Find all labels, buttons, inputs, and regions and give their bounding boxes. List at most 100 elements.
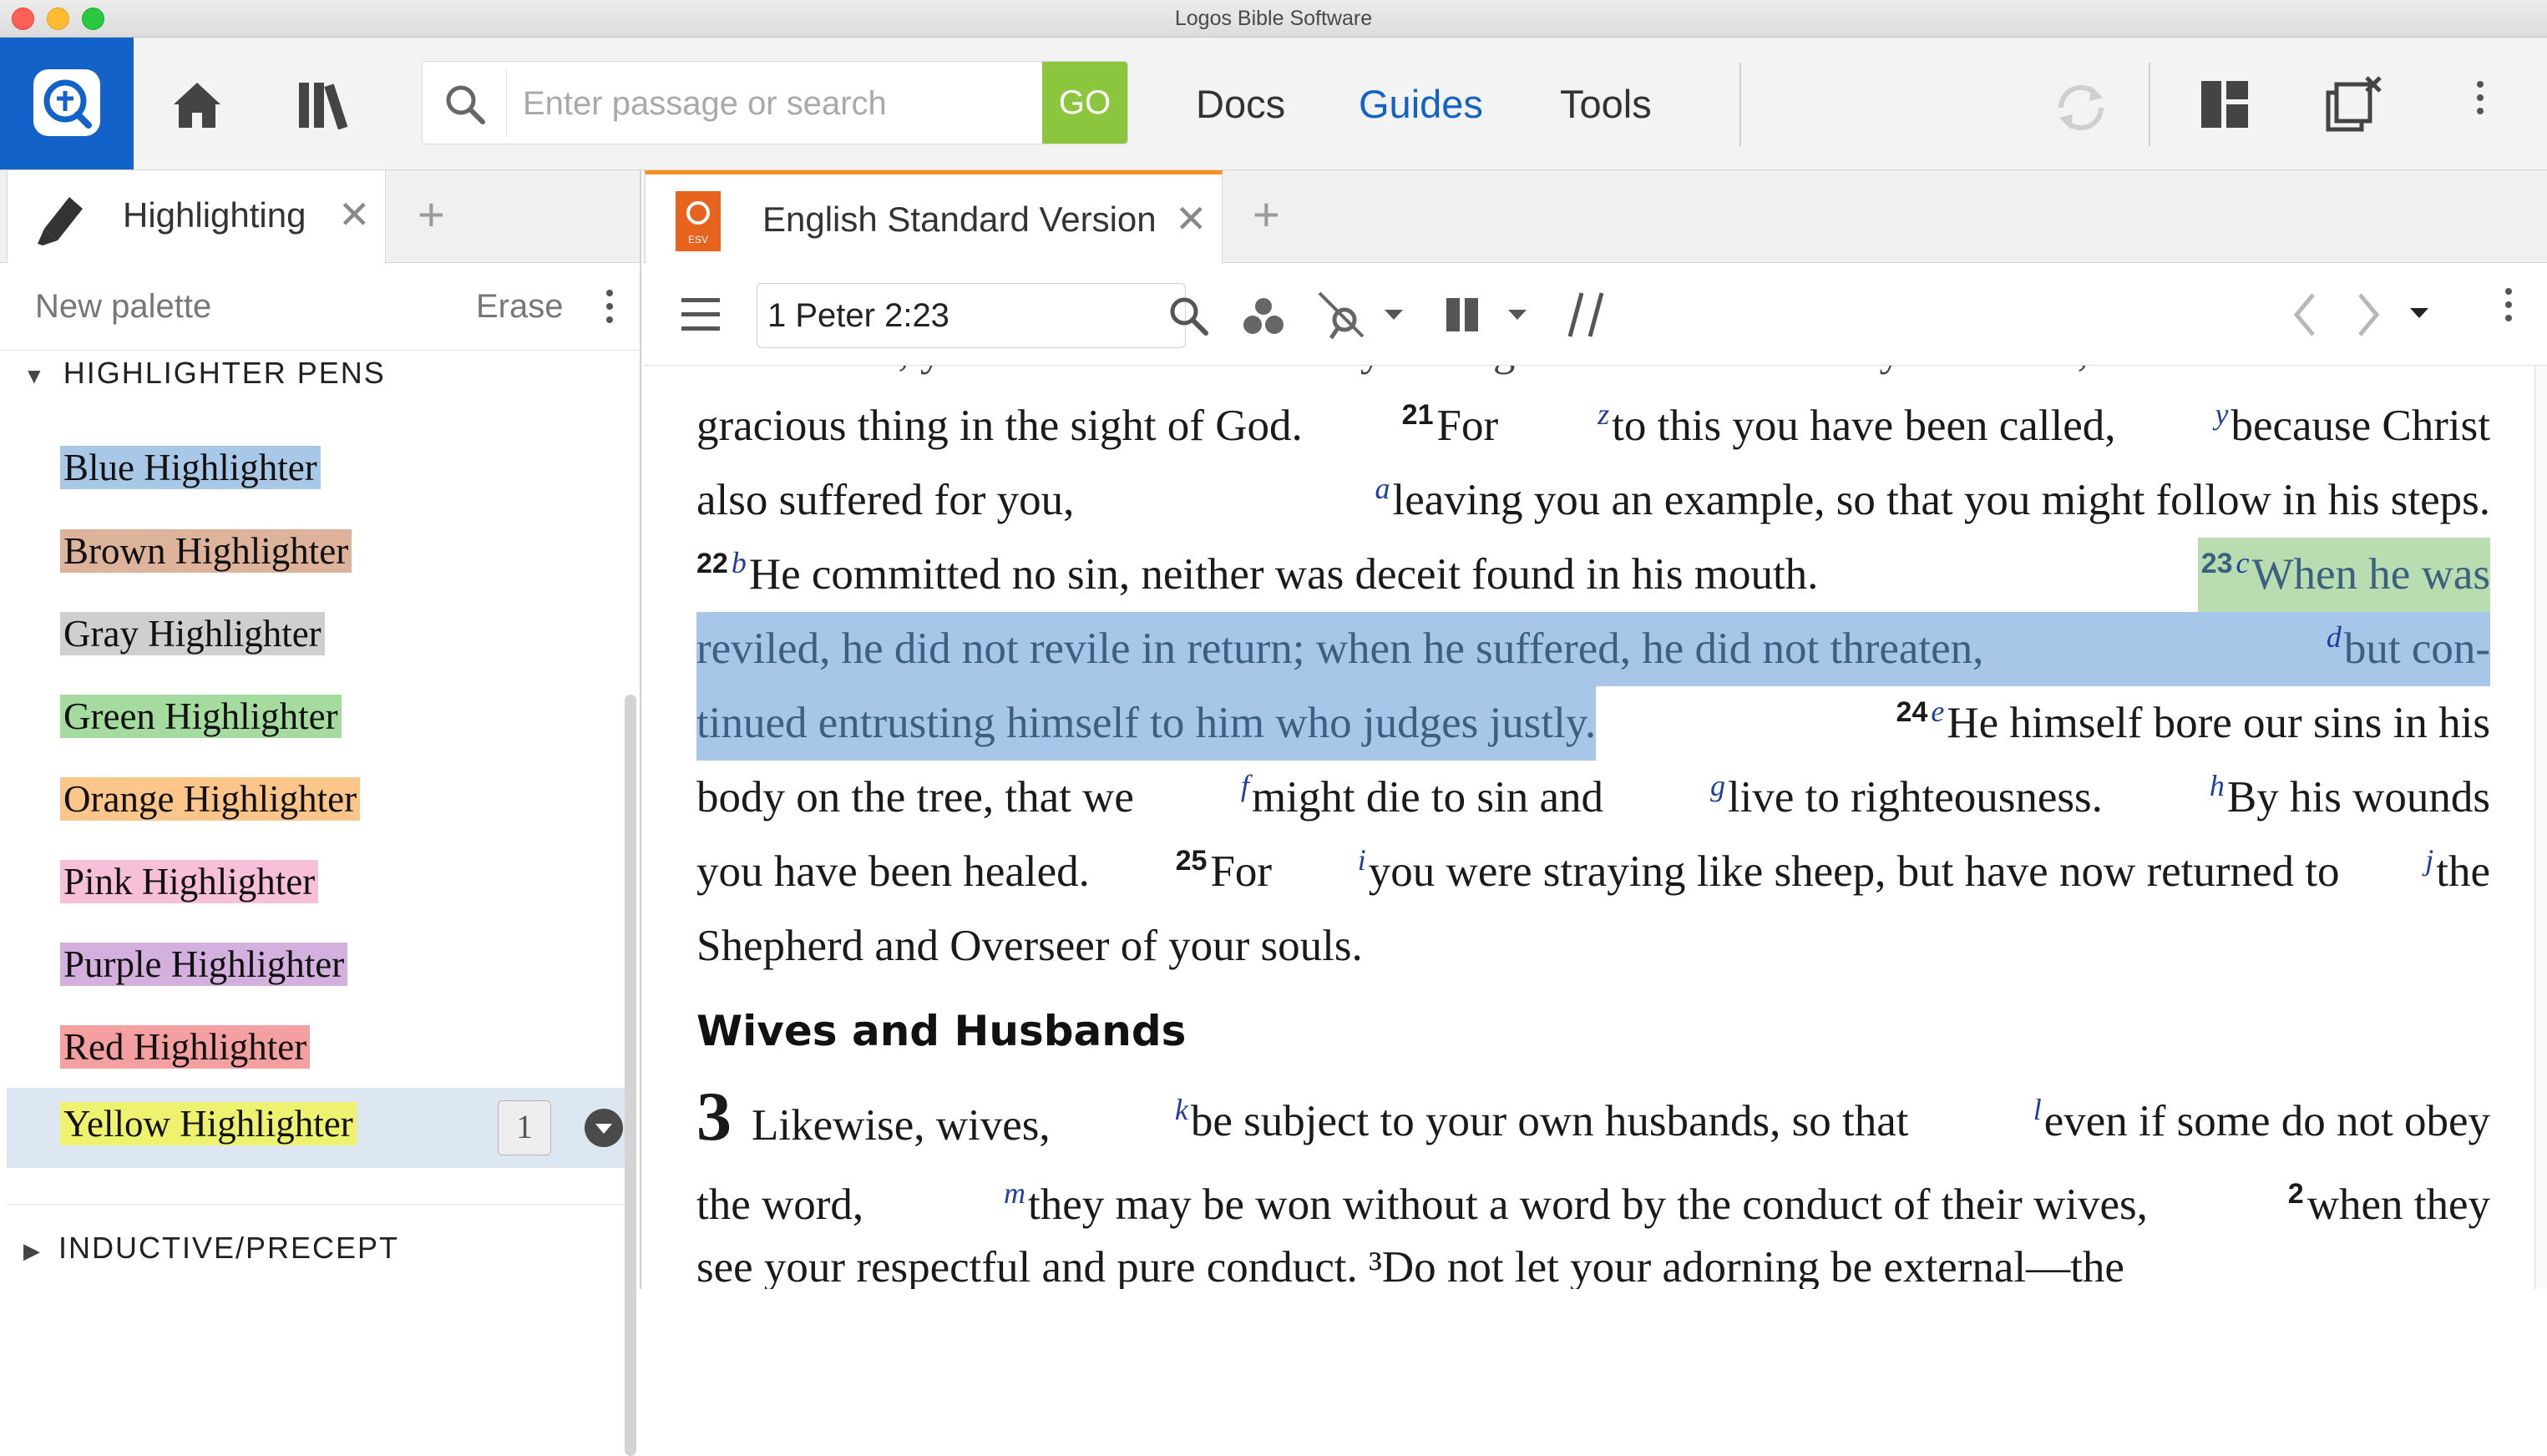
parallel-resources-icon[interactable]	[1241, 295, 1286, 336]
cross-reference[interactable]: c	[2236, 546, 2250, 579]
logos-home-button[interactable]	[0, 38, 134, 169]
columns-icon[interactable]	[1445, 296, 1481, 333]
tools-menu[interactable]: Tools	[1560, 81, 1652, 128]
pen-gray[interactable]: Gray Highlighter	[60, 612, 325, 655]
layout-icon[interactable]	[2200, 79, 2250, 129]
cross-reference[interactable]: j	[2425, 843, 2433, 877]
cross-reference[interactable]: d	[2327, 620, 2342, 654]
cross-reference[interactable]: b	[732, 546, 747, 579]
pen-pink[interactable]: Pink Highlighter	[60, 860, 319, 903]
tab-esv[interactable]: ESV English Standard Version ✕	[645, 170, 1223, 263]
text-line: you have been healed. 25For iyou were st…	[696, 835, 2490, 909]
text-run: By his wounds	[2226, 773, 2490, 822]
cross-reference[interactable]: z	[1598, 397, 1609, 431]
partial-line: Sakes for it, you endure. But if when yo…	[696, 366, 2490, 389]
pen-green[interactable]: Green Highlighter	[60, 695, 342, 738]
pen-yellow[interactable]: Yellow Highlighter	[60, 1102, 357, 1145]
highlighted-text[interactable]: tinued entrusting himself to him who jud…	[696, 686, 1597, 761]
reference-input[interactable]	[757, 283, 1186, 348]
text-run: body on the tree, that we	[696, 773, 1134, 822]
back-icon[interactable]	[2290, 291, 2320, 338]
left-scrollbar[interactable]	[625, 695, 636, 1456]
chevron-down-icon[interactable]	[1385, 310, 1403, 321]
bible-reader[interactable]: Sakes for it, you endure. But if when yo…	[643, 366, 2547, 1289]
text-run: because Christ	[2231, 402, 2490, 450]
reader-toolbar	[643, 263, 2547, 366]
cross-reference[interactable]: i	[1358, 843, 1366, 877]
pen-red[interactable]: Red Highlighter	[60, 1025, 311, 1069]
verse-number[interactable]: 2	[2288, 1178, 2304, 1210]
pen-options-dropdown[interactable]	[585, 1109, 623, 1147]
home-icon[interactable]	[170, 79, 224, 129]
add-tab-button[interactable]: +	[418, 187, 445, 241]
panel-menu-icon[interactable]	[2505, 288, 2512, 328]
cross-reference[interactable]: e	[1931, 695, 1944, 728]
text-run: He committed no sin, neither was deceit …	[748, 550, 1819, 599]
passage-text: Sakes for it, you endure. But if when yo…	[696, 366, 2490, 983]
window-title: Logos Bible Software	[1174, 7, 1373, 30]
erase-button[interactable]: Erase	[476, 288, 564, 326]
collapse-triangle-icon: ▼	[23, 363, 47, 388]
menu-icon[interactable]	[680, 296, 722, 333]
close-panels-icon[interactable]	[2325, 74, 2385, 133]
pen-orange[interactable]: Orange Highlighter	[60, 777, 361, 821]
text-run: even if some do not obey	[2043, 1097, 2490, 1145]
search-input[interactable]	[521, 62, 1042, 145]
main-toolbar: GO Docs Guides Tools	[0, 38, 2547, 170]
more-icon[interactable]	[2477, 81, 2484, 121]
verse-number[interactable]: 24	[1896, 696, 1928, 728]
text-run: you were straying like sheep, but have n…	[1368, 847, 2340, 896]
verse-number[interactable]: 21	[1402, 399, 1434, 431]
go-button[interactable]: GO	[1042, 62, 1127, 144]
tab-highlighting[interactable]: Highlighting ✕	[7, 170, 386, 263]
docs-menu[interactable]: Docs	[1196, 81, 1285, 128]
add-tab-button[interactable]: +	[1253, 187, 1280, 241]
cross-reference[interactable]: g	[1710, 769, 1725, 802]
close-tab-icon[interactable]: ✕	[1175, 196, 1208, 241]
section-highlighter-pens[interactable]: ▼ HIGHLIGHTER PENS	[23, 356, 386, 391]
text-run: be subject to your own husbands, so that	[1190, 1097, 1909, 1145]
panel-menu-icon[interactable]	[606, 290, 613, 330]
forward-icon[interactable]	[2353, 291, 2383, 338]
reader-scroll-gutter[interactable]	[2534, 366, 2547, 1289]
visual-filters-icon[interactable]	[1316, 290, 1366, 341]
cross-reference[interactable]: f	[1241, 769, 1249, 802]
chevron-down-icon[interactable]	[1508, 310, 1527, 321]
section-inductive-precept[interactable]: ▶ INDUCTIVE/PRECEPT	[23, 1231, 399, 1266]
chapter-number[interactable]: 3	[696, 1078, 732, 1155]
cross-reference[interactable]: l	[2033, 1093, 2042, 1126]
verse-number[interactable]: 25	[1176, 845, 1208, 877]
esv-book-icon: ESV	[676, 191, 721, 251]
highlighted-text[interactable]: 23 cWhen he was	[2197, 538, 2490, 612]
new-palette-button[interactable]: New palette	[35, 288, 211, 326]
library-icon[interactable]	[297, 79, 357, 129]
verse-number[interactable]: 22	[696, 548, 728, 579]
verse-number[interactable]: 23	[2201, 548, 2233, 579]
cross-reference[interactable]: m	[1004, 1176, 1025, 1210]
text-run: you have been healed.	[696, 847, 1090, 896]
section-highlighter-pens-label: HIGHLIGHTER PENS	[63, 356, 386, 390]
partial-line-bottom: see your respectful and pure conduct. ³D…	[696, 1243, 2124, 1289]
text-line: 3 Likewise, wives, kbe subject to your ow…	[696, 1082, 2490, 1159]
esv-badge-text: ESV	[688, 234, 708, 245]
cross-reference[interactable]: y	[2215, 397, 2228, 431]
text-line: 22 bHe committed no sin, neither was dece…	[696, 538, 2490, 612]
search-icon[interactable]	[1167, 295, 1209, 336]
guides-menu[interactable]: Guides	[1359, 81, 1483, 128]
cross-reference[interactable]: k	[1175, 1093, 1188, 1126]
text-line: body on the tree, that we fmight die to …	[696, 761, 2490, 835]
section-heading: Wives and Husbands	[696, 1007, 1187, 1055]
close-tab-icon[interactable]: ✕	[338, 192, 371, 237]
cross-reference[interactable]: h	[2210, 769, 2225, 802]
pen-blue[interactable]: Blue Highlighter	[60, 446, 321, 489]
history-dropdown-icon[interactable]	[2410, 308, 2428, 320]
pen-brown[interactable]: Brown Highlighter	[60, 529, 352, 573]
sync-icon[interactable]	[2051, 78, 2111, 138]
section-inductive-label: INDUCTIVE/PRECEPT	[58, 1231, 400, 1265]
cross-reference[interactable]: a	[1375, 472, 1390, 505]
toolbar-divider-2	[2149, 63, 2150, 146]
parallel-icon[interactable]	[1565, 291, 1607, 338]
pen-purple[interactable]: Purple Highlighter	[60, 943, 348, 986]
highlighted-line[interactable]: reviled, he did not revile in return; wh…	[696, 612, 2490, 686]
text-line: tinued entrusting himself to him who jud…	[696, 686, 2490, 761]
